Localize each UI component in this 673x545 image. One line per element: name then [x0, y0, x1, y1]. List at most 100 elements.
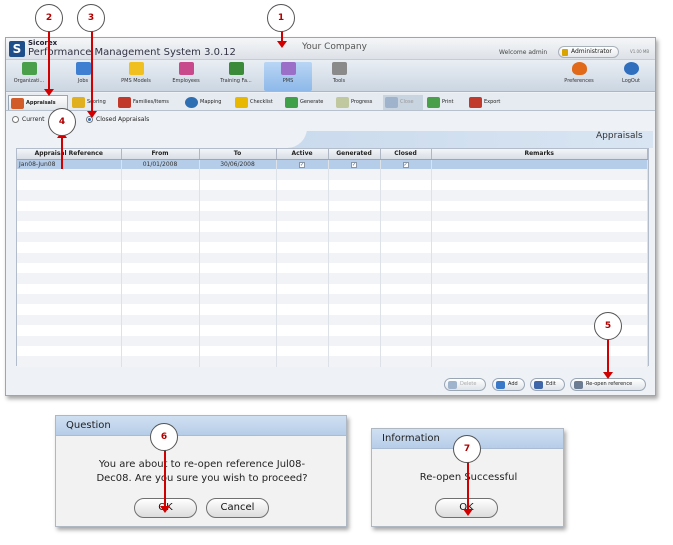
panel-title: Appraisals	[596, 131, 643, 141]
administrator-button[interactable]: Administrator	[558, 46, 619, 58]
print-icon	[427, 97, 440, 108]
main-toolbar: Organizati... Jobs PMS Models Employees …	[6, 60, 655, 92]
column-header[interactable]: Active	[276, 149, 329, 160]
empty-cell	[17, 356, 122, 367]
empty-cell	[199, 252, 277, 263]
empty-cell	[380, 283, 432, 295]
delete-button[interactable]: Delete	[444, 378, 486, 391]
question-message-line2: Dec08. Are you sure you wish to proceed?	[96, 473, 308, 484]
empty-cell	[121, 190, 200, 201]
tab-label: Mapping	[200, 99, 222, 105]
pms-models-icon	[128, 62, 144, 75]
tab-print[interactable]: Print	[425, 95, 465, 110]
tools-icon	[331, 62, 347, 75]
empty-cell	[199, 335, 277, 347]
empty-table-row	[17, 221, 648, 232]
families-items-icon	[118, 97, 131, 108]
column-header[interactable]: Closed	[380, 149, 432, 160]
toolbar-preferences[interactable]: Preferences	[561, 62, 597, 91]
empty-cell	[328, 304, 381, 315]
empty-cell	[276, 242, 329, 253]
edit-label: Edit	[546, 381, 556, 387]
empty-cell	[328, 179, 381, 191]
radio-current[interactable]: Current	[12, 116, 45, 123]
empty-cell	[276, 221, 329, 232]
toolbar-tools[interactable]: Tools	[324, 62, 354, 91]
empty-cell	[380, 356, 432, 367]
mapping-icon	[185, 97, 198, 108]
add-button[interactable]: Add	[492, 378, 525, 391]
column-header[interactable]: From	[121, 149, 200, 160]
empty-cell	[121, 262, 200, 274]
toolbar-jobs[interactable]: Jobs	[68, 62, 98, 91]
empty-cell	[431, 283, 648, 295]
empty-cell	[121, 283, 200, 295]
empty-cell	[276, 273, 329, 284]
checklist-icon	[235, 97, 248, 108]
cell-active: ✓	[276, 159, 329, 170]
tab-label: Progress	[351, 99, 373, 105]
toolbar-label: Organizati...	[13, 78, 45, 84]
question-dialog-title: Question	[56, 416, 346, 436]
tab-generate[interactable]: Generate	[283, 95, 331, 110]
empty-cell	[328, 262, 381, 274]
empty-table-row	[17, 210, 648, 222]
empty-table-row	[17, 190, 648, 201]
column-header[interactable]: To	[199, 149, 277, 160]
empty-cell	[380, 325, 432, 336]
empty-cell	[199, 231, 277, 243]
cell-from: 01/01/2008	[121, 159, 200, 170]
empty-cell	[17, 335, 122, 347]
reopen-reference-button[interactable]: Re-open reference	[570, 378, 646, 391]
empty-cell	[199, 304, 277, 315]
tab-export[interactable]: Export	[467, 95, 507, 110]
callout-marker-3: 3	[77, 4, 105, 32]
callout-arrow-3	[87, 30, 97, 118]
empty-cell	[276, 325, 329, 336]
empty-cell	[121, 304, 200, 315]
active-checkbox[interactable]: ✓	[299, 161, 305, 168]
empty-cell	[380, 335, 432, 347]
callout-marker-5: 5	[594, 312, 622, 340]
pms-icon	[280, 62, 296, 75]
empty-table-row	[17, 179, 648, 191]
toolbar-pms[interactable]: PMS	[264, 62, 312, 91]
export-icon	[469, 97, 482, 108]
reopen-icon	[574, 381, 583, 389]
tab-close[interactable]: Close	[383, 95, 423, 110]
tab-families-items[interactable]: Families/Items	[116, 95, 180, 110]
toolbar-label: Jobs	[77, 78, 89, 84]
empty-cell	[17, 200, 122, 211]
screenshot-stage: S Sicorex Performance Management System …	[0, 0, 673, 545]
tab-progress[interactable]: Progress	[334, 95, 380, 110]
column-header[interactable]: Appraisal Reference	[17, 149, 122, 160]
empty-cell	[17, 262, 122, 274]
company-name: Your Company	[302, 42, 367, 52]
generated-checkbox[interactable]: ✓	[351, 161, 357, 168]
empty-cell	[431, 190, 648, 201]
question-message-line1: You are about to re-open reference Jul08…	[98, 459, 306, 470]
empty-cell	[431, 179, 648, 191]
table-row[interactable]: Jan08-Jun08 01/01/2008 30/06/2008 ✓ ✓ ✓	[17, 159, 648, 170]
empty-cell	[328, 190, 381, 201]
column-header[interactable]: Generated	[328, 149, 381, 160]
empty-cell	[380, 304, 432, 315]
closed-checkbox[interactable]: ✓	[402, 161, 409, 168]
administrator-label: Administrator	[571, 48, 612, 55]
toolbar-employees[interactable]: Employees	[168, 62, 204, 91]
cell-remarks	[431, 159, 648, 170]
empty-cell	[276, 262, 329, 274]
column-header[interactable]: Remarks	[431, 149, 648, 160]
toolbar-organization[interactable]: Organizati...	[8, 62, 50, 91]
toolbar-pms-models[interactable]: PMS Models	[115, 62, 157, 91]
tab-mapping[interactable]: Mapping	[183, 95, 231, 110]
toolbar-logout[interactable]: LogOut	[616, 62, 646, 91]
empty-cell	[17, 179, 122, 191]
edit-button[interactable]: Edit	[530, 378, 565, 391]
delete-label: Delete	[460, 381, 477, 387]
question-cancel-button[interactable]: Cancel	[206, 498, 269, 518]
tab-checklist[interactable]: Checklist	[233, 95, 281, 110]
toolbar-training[interactable]: Training Fa...	[214, 62, 258, 91]
empty-table-row	[17, 262, 648, 274]
callout-arrow-2	[44, 30, 54, 96]
